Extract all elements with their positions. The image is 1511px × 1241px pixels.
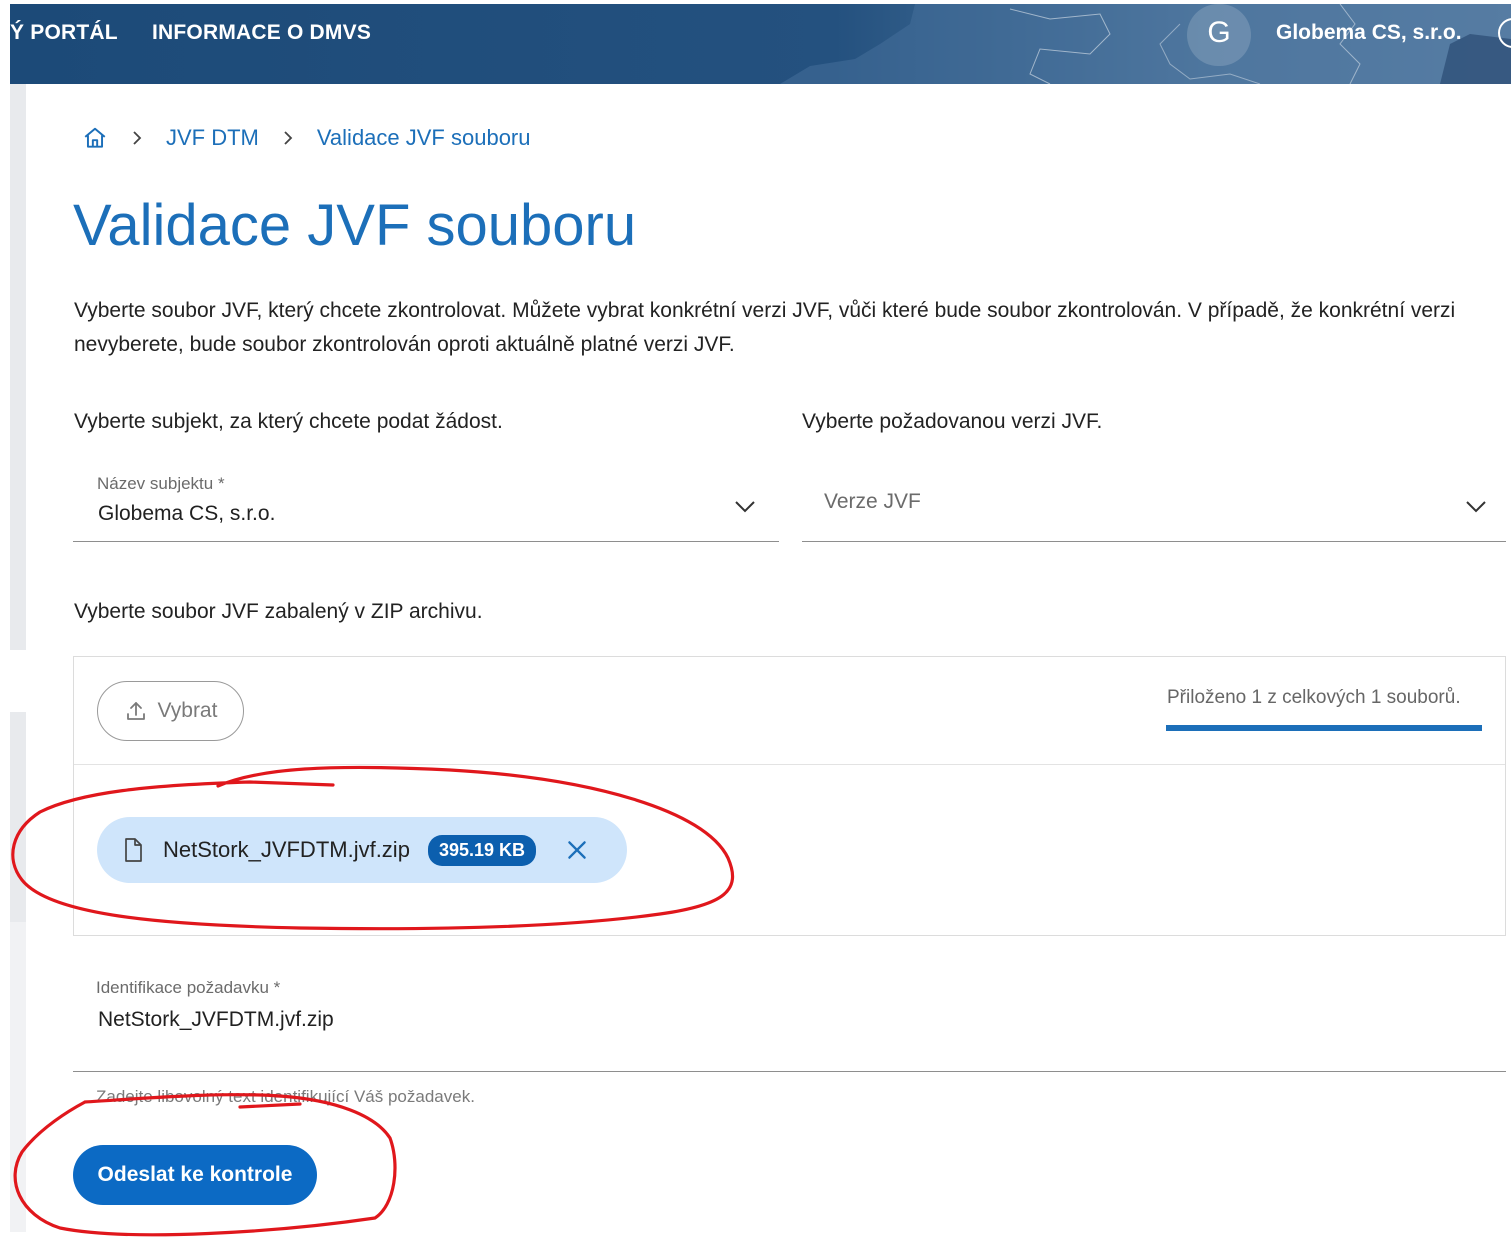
file-upload-area: Vybrat Přiloženo 1 z celkových 1 souborů… [73,656,1506,936]
attached-progress-fill [1166,725,1482,731]
chevron-down-icon[interactable] [733,494,757,518]
upload-icon [124,699,148,723]
left-rail [10,922,26,1232]
close-icon[interactable] [564,837,590,863]
upload-divider [74,764,1505,765]
attached-file-chip: NetStork_JVFDTM.jvf.zip 395.19 KB [97,817,627,883]
file-prompt: Vyberte soubor JVF zabalený v ZIP archiv… [74,600,483,623]
chevron-down-icon[interactable] [1464,494,1488,518]
left-rail [10,84,26,650]
attached-counter: Přiloženo 1 z celkových 1 souborů. [1167,687,1461,708]
left-rail [10,712,26,922]
file-icon [121,837,145,863]
identification-field[interactable]: Identifikace požadavku * NetStork_JVFDTM… [73,972,1506,1072]
subject-select-label: Název subjektu * [97,474,225,493]
page-description: Vyberte soubor JVF, který chcete zkontro… [74,299,1456,356]
version-select-placeholder: Verze JVF [824,490,921,513]
chevron-right-icon [128,129,146,147]
breadcrumb-item-jvf-dtm[interactable]: JVF DTM [166,125,259,151]
version-select[interactable]: Verze JVF [802,470,1506,542]
avatar[interactable]: G [1187,4,1251,66]
identification-hint: Zadejte libovolný text identifikující Vá… [96,1087,475,1106]
top-header: Ý PORTÁL INFORMACE O DMVS G Globema CS, … [10,4,1511,84]
user-name[interactable]: Globema CS, s.r.o. [1276,4,1462,62]
chevron-right-icon [279,129,297,147]
breadcrumb: JVF DTM Validace JVF souboru [82,118,531,158]
pick-file-label: Vybrat [157,699,218,722]
identification-label: Identifikace požadavku * [96,978,281,997]
subject-prompt: Vyberte subjekt, za který chcete podat ž… [74,410,503,433]
file-size-badge: 395.19 KB [427,834,536,866]
page-title: Validace JVF souboru [73,193,637,258]
nav-portal[interactable]: Ý PORTÁL [10,4,118,62]
identification-value[interactable]: NetStork_JVFDTM.jvf.zip [98,1008,334,1032]
attached-file-name: NetStork_JVFDTM.jvf.zip [163,837,410,862]
subject-select[interactable]: Název subjektu * Globema CS, s.r.o. [73,470,779,542]
home-icon[interactable] [82,125,108,151]
subject-select-value: Globema CS, s.r.o. [98,502,276,525]
attached-progress-bar [1166,725,1482,731]
pick-file-button[interactable]: Vybrat [97,681,244,741]
version-prompt: Vyberte požadovanou verzi JVF. [802,410,1103,433]
nav-info-dmvs[interactable]: INFORMACE O DMVS [152,4,371,62]
breadcrumb-item-current[interactable]: Validace JVF souboru [317,125,531,151]
submit-button[interactable]: Odeslat ke kontrole [73,1145,317,1205]
